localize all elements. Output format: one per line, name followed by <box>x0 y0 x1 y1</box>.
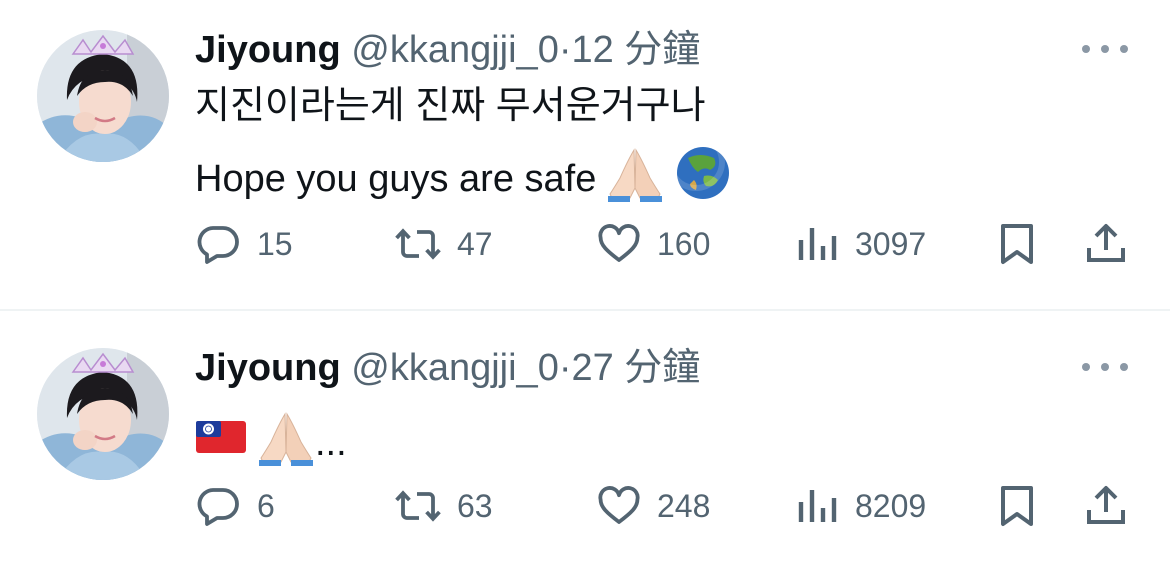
tweet-text-line: 지진이라는게 진짜 무서운거구나 <box>195 85 706 127</box>
more-icon[interactable] <box>1082 360 1128 374</box>
views-button[interactable]: 8209 <box>795 480 926 532</box>
views-icon <box>798 228 837 260</box>
retweet-count: 47 <box>457 225 493 262</box>
share-icon <box>1087 224 1125 262</box>
tweet-text: Hope you guys are safe <box>195 158 597 200</box>
action-bar: 15 47 160 3097 <box>195 218 1135 270</box>
bookmark-icon <box>1001 486 1033 526</box>
heart-icon <box>598 224 640 262</box>
tweet[interactable]: Jiyoung @kkangjji_0·12 分鐘 지진이라는게 진짜 무서운거… <box>0 0 1170 310</box>
author-handle[interactable]: @kkangjji_0 <box>351 347 559 389</box>
bookmark-button[interactable] <box>995 218 1039 270</box>
heart-icon <box>598 486 640 524</box>
share-button[interactable] <box>1083 480 1129 532</box>
action-bar: 6 63 248 8209 <box>195 480 1135 532</box>
more-icon[interactable] <box>1082 42 1128 56</box>
folded-hands-icon <box>257 408 315 478</box>
retweet-button[interactable]: 63 <box>393 480 493 532</box>
like-count: 248 <box>657 487 711 524</box>
author-handle[interactable]: @kkangjji_0 <box>351 29 559 71</box>
reply-button[interactable]: 15 <box>195 218 293 270</box>
folded-hands-icon <box>606 144 664 214</box>
tweet-header: Jiyoung @kkangjji_0·27 分鐘 <box>195 344 700 392</box>
avatar[interactable] <box>37 348 169 480</box>
tweet-text-line: Hope you guys are safe <box>195 133 732 214</box>
share-icon <box>1087 486 1125 524</box>
reply-count: 15 <box>257 225 293 262</box>
reply-icon <box>197 226 239 264</box>
tweet-header: Jiyoung @kkangjji_0·12 分鐘 <box>195 26 700 74</box>
avatar[interactable] <box>37 30 169 162</box>
timestamp[interactable]: 12 分鐘 <box>571 29 700 71</box>
divider <box>0 309 1170 311</box>
bookmark-icon <box>1001 224 1033 264</box>
author-name[interactable]: Jiyoung <box>195 29 341 71</box>
like-button[interactable]: 248 <box>595 480 710 532</box>
flag-taiwan-icon <box>195 417 247 469</box>
reply-icon <box>197 488 239 526</box>
views-button[interactable]: 3097 <box>795 218 926 270</box>
retweet-icon <box>395 228 441 260</box>
views-icon <box>798 490 837 522</box>
tweet-text: ... <box>315 422 347 464</box>
views-count: 3097 <box>855 225 927 262</box>
bookmark-button[interactable] <box>995 480 1039 532</box>
share-button[interactable] <box>1083 218 1129 270</box>
separator: · <box>558 29 572 71</box>
tweet[interactable]: Jiyoung @kkangjji_0·27 分鐘 ... 6 63 248 8… <box>0 312 1170 566</box>
globe-asia-australia-icon <box>667 133 732 214</box>
like-count: 160 <box>657 225 711 262</box>
retweet-icon <box>395 490 441 522</box>
views-count: 8209 <box>855 487 927 524</box>
like-button[interactable]: 160 <box>595 218 710 270</box>
separator: · <box>558 347 572 389</box>
retweet-count: 63 <box>457 487 493 524</box>
author-name[interactable]: Jiyoung <box>195 347 341 389</box>
reply-button[interactable]: 6 <box>195 480 275 532</box>
timestamp[interactable]: 27 分鐘 <box>571 347 700 389</box>
reply-count: 6 <box>257 487 275 524</box>
tweet-text-line: ... <box>195 408 347 478</box>
retweet-button[interactable]: 47 <box>393 218 493 270</box>
